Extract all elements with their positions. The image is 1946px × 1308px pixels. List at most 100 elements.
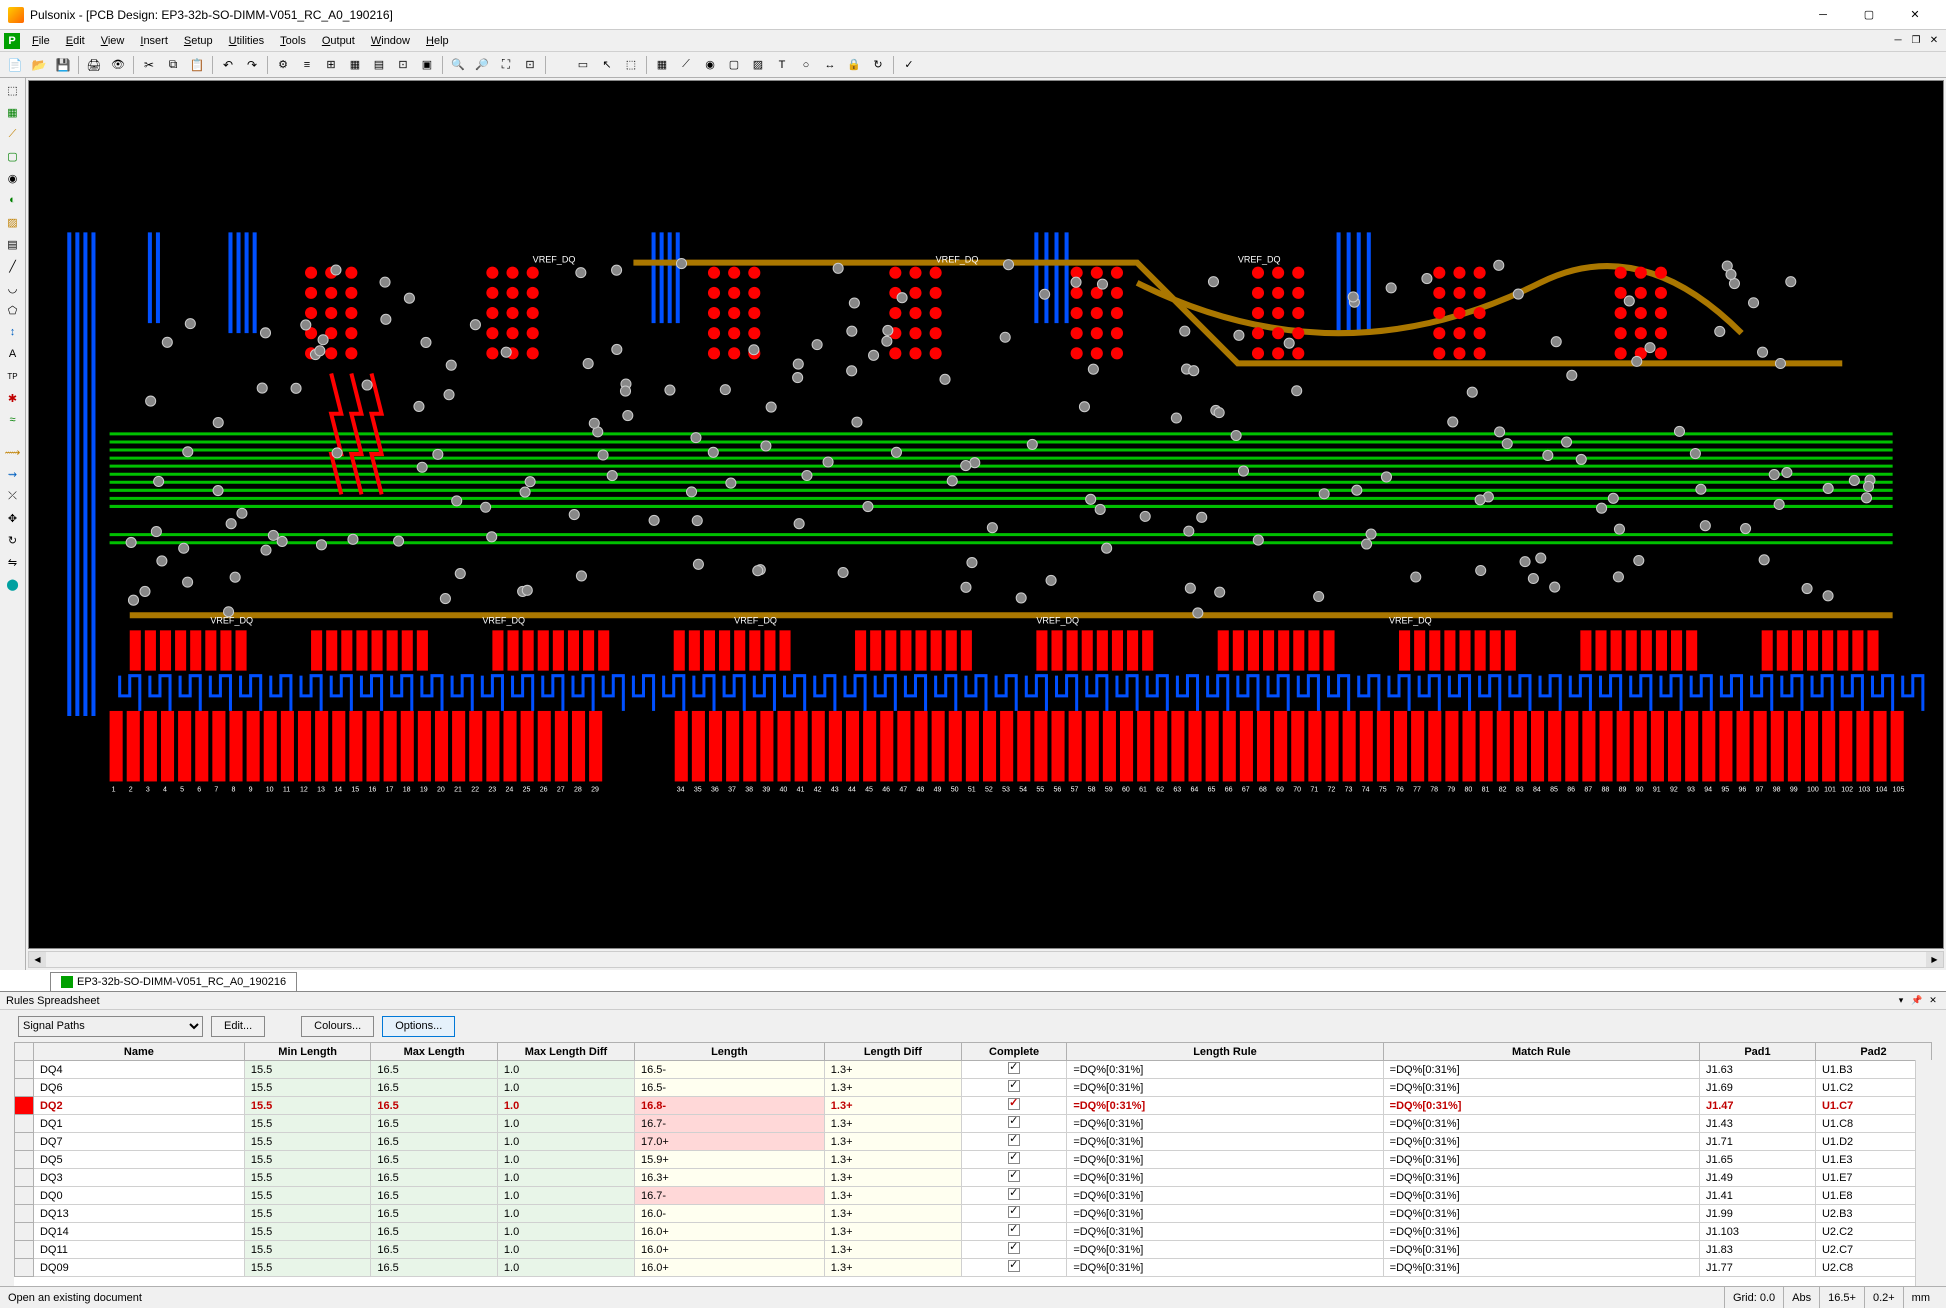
pulsonix-logo[interactable]: P xyxy=(4,33,20,49)
doc-minimize-button[interactable]: ─ xyxy=(1890,34,1906,48)
menu-utilities[interactable]: Utilities xyxy=(221,33,272,49)
zoom-window-button[interactable]: ⊡ xyxy=(519,54,541,76)
drc-button[interactable]: ✓ xyxy=(898,54,920,76)
menu-output[interactable]: Output xyxy=(314,33,363,49)
diff-pair-icon[interactable]: ≈ xyxy=(2,410,24,430)
properties-button[interactable]: ⚙ xyxy=(272,54,294,76)
paste-button[interactable] xyxy=(186,54,208,76)
column-header[interactable]: Pad1 xyxy=(1699,1043,1815,1061)
checkbox-icon[interactable] xyxy=(1008,1152,1020,1164)
pcb-canvas[interactable]: 1234567891011121314151617181920212223242… xyxy=(28,80,1944,949)
pointer-tool[interactable]: ↖ xyxy=(596,54,618,76)
track-tool[interactable]: ⟋ xyxy=(675,54,697,76)
zoom-fit-button[interactable] xyxy=(495,54,517,76)
column-header[interactable]: Name xyxy=(33,1043,244,1061)
table-row[interactable]: DQ3 15.5 16.5 1.0 16.3+ 1.3+ =DQ%[0:31%]… xyxy=(15,1169,1932,1187)
spreadsheet-vscrollbar[interactable] xyxy=(1915,1060,1932,1286)
table-row[interactable]: DQ7 15.5 16.5 1.0 17.0+ 1.3+ =DQ%[0:31%]… xyxy=(15,1133,1932,1151)
highlight-icon[interactable]: ⬤ xyxy=(2,574,24,594)
options-button[interactable]: Options... xyxy=(382,1016,455,1037)
edit-button[interactable]: Edit... xyxy=(211,1016,265,1037)
column-header[interactable]: Length Rule xyxy=(1067,1043,1383,1061)
area-mode-icon[interactable]: ▤ xyxy=(2,234,24,254)
copy-button[interactable] xyxy=(162,54,184,76)
line-mode-icon[interactable]: ╱ xyxy=(2,256,24,276)
menu-file[interactable]: File xyxy=(24,33,58,49)
checkbox-icon[interactable] xyxy=(1008,1170,1020,1182)
checkbox-icon[interactable] xyxy=(1008,1206,1020,1218)
table-row[interactable]: DQ2 15.5 16.5 1.0 16.8- 1.3+ =DQ%[0:31%]… xyxy=(15,1097,1932,1115)
close-button[interactable]: ✕ xyxy=(1892,0,1938,30)
document-tab[interactable]: EP3-32b-SO-DIMM-V051_RC_A0_190216 xyxy=(50,972,297,991)
select-mode-icon[interactable]: ⬚ xyxy=(2,80,24,100)
panel-menu-button[interactable]: ▾ xyxy=(1894,994,1908,1008)
shape-mode-icon[interactable]: ◐ xyxy=(2,190,24,210)
frame-select-tool[interactable]: ⬚ xyxy=(620,54,642,76)
copper-mode-icon[interactable]: ▨ xyxy=(2,212,24,232)
text-mode-icon[interactable]: A xyxy=(2,344,24,364)
checkbox-icon[interactable] xyxy=(1008,1188,1020,1200)
scroll-right-button[interactable]: ▶ xyxy=(1926,952,1943,967)
table-row[interactable]: DQ14 15.5 16.5 1.0 16.0+ 1.3+ =DQ%[0:31%… xyxy=(15,1223,1932,1241)
scroll-left-button[interactable]: ◀ xyxy=(29,952,46,967)
checkbox-icon[interactable] xyxy=(1008,1260,1020,1272)
menu-tools[interactable]: Tools xyxy=(272,33,314,49)
dim-mode-icon[interactable]: ↕ xyxy=(2,322,24,342)
select-tool[interactable]: ▭ xyxy=(572,54,594,76)
dimension-tool[interactable]: ↔ xyxy=(819,54,841,76)
undo-button[interactable] xyxy=(217,54,239,76)
table-row[interactable]: DQ0 15.5 16.5 1.0 16.7- 1.3+ =DQ%[0:31%]… xyxy=(15,1187,1932,1205)
via-mode-icon[interactable]: ◉ xyxy=(2,168,24,188)
checkbox-icon[interactable] xyxy=(1008,1224,1020,1236)
checkbox-icon[interactable] xyxy=(1008,1242,1020,1254)
layers-button[interactable]: ≡ xyxy=(296,54,318,76)
table-row[interactable]: DQ6 15.5 16.5 1.0 16.5- 1.3+ =DQ%[0:31%]… xyxy=(15,1079,1932,1097)
star-tool-icon[interactable]: ✱ xyxy=(2,388,24,408)
testpoint-icon[interactable]: TP xyxy=(2,366,24,386)
table-row[interactable]: DQ5 15.5 16.5 1.0 15.9+ 1.3+ =DQ%[0:31%]… xyxy=(15,1151,1932,1169)
frame-button[interactable]: ▣ xyxy=(416,54,438,76)
cut-button[interactable] xyxy=(138,54,160,76)
column-header[interactable]: Match Rule xyxy=(1383,1043,1699,1061)
component-mode-icon[interactable]: ▦ xyxy=(2,102,24,122)
menu-help[interactable]: Help xyxy=(418,33,457,49)
pad-mode-icon[interactable]: ▢ xyxy=(2,146,24,166)
autoroute-icon[interactable]: ⇝ xyxy=(2,464,24,484)
column-header[interactable]: Length xyxy=(635,1043,825,1061)
doc-restore-button[interactable]: ❐ xyxy=(1908,34,1924,48)
rotate-icon[interactable]: ↻ xyxy=(2,530,24,550)
via-tool[interactable]: ◉ xyxy=(699,54,721,76)
zoom-in-button[interactable] xyxy=(447,54,469,76)
table-row[interactable]: DQ4 15.5 16.5 1.0 16.5- 1.3+ =DQ%[0:31%]… xyxy=(15,1061,1932,1079)
column-header[interactable]: Complete xyxy=(961,1043,1066,1061)
print-button[interactable] xyxy=(83,54,105,76)
panel-pin-button[interactable]: 📌 xyxy=(1910,994,1924,1008)
table-row[interactable]: DQ11 15.5 16.5 1.0 16.0+ 1.3+ =DQ%[0:31%… xyxy=(15,1241,1932,1259)
menu-insert[interactable]: Insert xyxy=(132,33,176,49)
track-mode-icon[interactable]: ⟋ xyxy=(2,124,24,144)
checkbox-icon[interactable] xyxy=(1008,1116,1020,1128)
copper-tool[interactable]: ▨ xyxy=(747,54,769,76)
nets-button[interactable]: ⊞ xyxy=(320,54,342,76)
checkbox-icon[interactable] xyxy=(1008,1134,1020,1146)
pad-tool[interactable]: ▢ xyxy=(723,54,745,76)
checkbox-icon[interactable] xyxy=(1008,1080,1020,1092)
unroute-icon[interactable]: ⤫ xyxy=(2,486,24,506)
design-button[interactable]: ▦ xyxy=(344,54,366,76)
mirror-icon[interactable]: ⇋ xyxy=(2,552,24,572)
rules-spreadsheet[interactable]: NameMin LengthMax LengthMax Length DiffL… xyxy=(14,1042,1932,1286)
rules-type-dropdown[interactable]: Signal Paths xyxy=(18,1016,203,1037)
arc-mode-icon[interactable]: ◡ xyxy=(2,278,24,298)
report-button[interactable]: ▤ xyxy=(368,54,390,76)
new-button[interactable] xyxy=(4,54,26,76)
move-icon[interactable]: ✥ xyxy=(2,508,24,528)
save-button[interactable] xyxy=(52,54,74,76)
table-row[interactable]: DQ1 15.5 16.5 1.0 16.7- 1.3+ =DQ%[0:31%]… xyxy=(15,1115,1932,1133)
minimize-button[interactable]: ─ xyxy=(1800,0,1846,30)
component-tool[interactable]: ▦ xyxy=(651,54,673,76)
column-header[interactable]: Pad2 xyxy=(1815,1043,1931,1061)
maximize-button[interactable]: ▢ xyxy=(1846,0,1892,30)
table-row[interactable]: DQ09 15.5 16.5 1.0 16.0+ 1.3+ =DQ%[0:31%… xyxy=(15,1259,1932,1277)
print-preview-button[interactable]: 👁 xyxy=(107,54,129,76)
menu-view[interactable]: View xyxy=(93,33,133,49)
